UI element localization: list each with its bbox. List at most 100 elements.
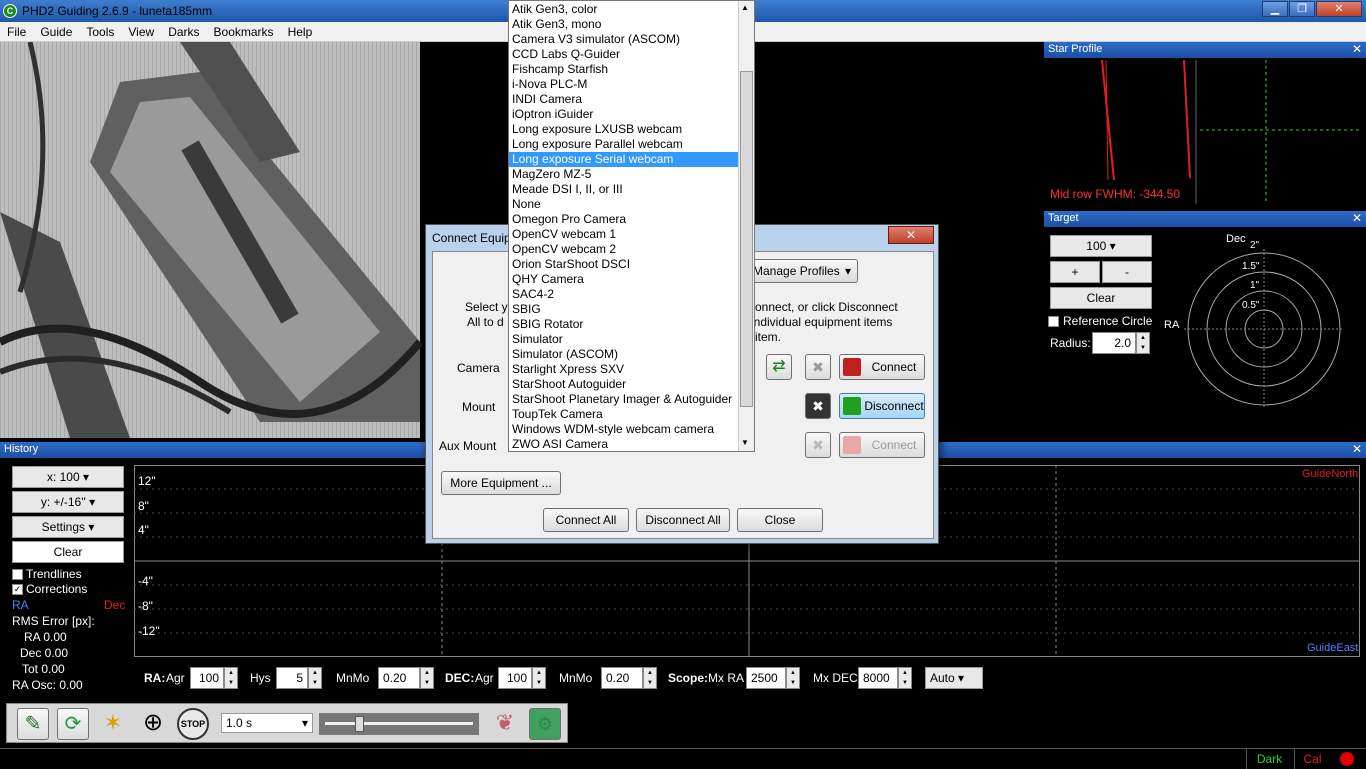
camera-option[interactable]: Simulator (ASCOM) (509, 347, 738, 362)
exposure-select[interactable]: 1.0 s ▾ (221, 713, 313, 733)
stop-icon[interactable]: STOP (177, 708, 209, 740)
close-icon[interactable]: ✕ (1352, 442, 1362, 456)
scroll-up-icon[interactable]: ▲ (741, 3, 749, 12)
menu-tools[interactable]: Tools (79, 22, 121, 39)
corrections-checkbox[interactable]: ✓ (12, 584, 23, 595)
maximize-button[interactable]: ❐ (1289, 1, 1315, 17)
phd2-icon: C (3, 4, 17, 18)
camera-option[interactable]: Atik Gen3, color (509, 2, 738, 17)
y-tick-label: -8" (138, 599, 153, 613)
camera-refresh-icon[interactable]: ⇄ (766, 354, 792, 380)
scroll-down-icon[interactable]: ▼ (741, 438, 749, 447)
dec-mnmo-spinner[interactable]: ▲ ▼ (643, 667, 657, 689)
gamma-slider[interactable] (319, 713, 479, 735)
dialog-close-icon[interactable]: ✕ (888, 226, 934, 244)
reference-circle-checkbox[interactable] (1048, 316, 1059, 327)
camera-option[interactable]: StarShoot Autoguider (509, 377, 738, 392)
camera-option[interactable]: SAC4-2 (509, 287, 738, 302)
mx-ra-spinner[interactable]: ▲ ▼ (786, 667, 800, 689)
crosshair-icon[interactable]: ⊕ (137, 708, 169, 740)
dec-agr-spinner[interactable]: ▲ ▼ (532, 667, 546, 689)
equipment-icon[interactable]: ⚙ (529, 708, 561, 740)
target-clear-button[interactable]: Clear (1050, 287, 1152, 309)
camera-dropdown-list[interactable]: Atik Gen3, color Atik Gen3, mono Camera V3… (508, 0, 755, 452)
ra-agr-input[interactable]: 100 (190, 667, 224, 689)
camera-option[interactable]: i-Nova PLC-M (509, 77, 738, 92)
menu-darks[interactable]: Darks (161, 22, 206, 39)
history-clear-button[interactable]: Clear (12, 541, 124, 563)
menu-guide[interactable]: Guide (33, 22, 79, 39)
menu-view[interactable]: View (121, 22, 161, 39)
close-icon[interactable]: ✕ (1352, 211, 1362, 225)
camera-option[interactable]: iOptron iGuider (509, 107, 738, 122)
camera-setup-icon[interactable]: ✖ (805, 354, 831, 380)
dialog-close-button[interactable]: Close (737, 508, 823, 532)
camera-option[interactable]: SBIG (509, 302, 738, 317)
camera-option[interactable]: Long exposure Serial webcam (509, 152, 738, 167)
y-scale-select[interactable]: y: +/-16'' ▾ (12, 491, 124, 513)
slider-thumb[interactable] (355, 716, 364, 732)
camera-option[interactable]: None (509, 197, 738, 212)
ra-agr-spinner[interactable]: ▲ ▼ (224, 667, 238, 689)
trendlines-checkbox[interactable] (12, 569, 23, 580)
mode-select[interactable]: Auto ▾ (925, 667, 983, 689)
more-equipment-button[interactable]: More Equipment ... (441, 471, 561, 495)
camera-option[interactable]: Starlight Xpress SXV (509, 362, 738, 377)
mx-dec-spinner[interactable]: ▲ ▼ (898, 667, 912, 689)
mount-disconnect-button[interactable]: Disconnect (839, 393, 925, 419)
mx-dec-input[interactable]: 8000 (858, 667, 898, 689)
camera-option[interactable]: CCD Labs Q-Guider (509, 47, 738, 62)
hys-input[interactable]: 5 (276, 667, 308, 689)
dec-agr-input[interactable]: 100 (498, 667, 532, 689)
camera-option[interactable]: OpenCV webcam 2 (509, 242, 738, 257)
camera-connect-button[interactable]: Connect (839, 354, 925, 380)
history-settings-select[interactable]: Settings ▾ (12, 516, 124, 538)
dec-mnmo-input[interactable]: 0.20 (601, 667, 643, 689)
camera-option[interactable]: ToupTek Camera (509, 407, 738, 422)
scroll-thumb[interactable] (740, 71, 753, 407)
camera-option[interactable]: MagZero MZ-5 (509, 167, 738, 182)
mount-setup-icon[interactable]: ✖ (805, 393, 831, 419)
camera-option[interactable]: INDI Camera (509, 92, 738, 107)
camera-option[interactable]: Simulator (509, 332, 738, 347)
radius-input[interactable]: 2.0 (1092, 332, 1136, 354)
ra-mnmo-input[interactable]: 0.20 (378, 667, 420, 689)
camera-option[interactable]: OpenCV webcam 1 (509, 227, 738, 242)
refresh-icon[interactable]: ⟳ (57, 708, 89, 740)
connect-all-button[interactable]: Connect All (543, 508, 629, 532)
mount-label: Mount (462, 400, 496, 414)
zoom-in-button[interactable]: + (1050, 261, 1100, 283)
camera-option[interactable]: Atik Gen3, mono (509, 17, 738, 32)
close-icon[interactable]: ✕ (1352, 42, 1362, 56)
camera-option[interactable]: Long exposure Parallel webcam (509, 137, 738, 152)
camera-option[interactable]: ZWO ASI Camera (509, 437, 738, 452)
camera-option[interactable]: Long exposure LXUSB webcam (509, 122, 738, 137)
close-button[interactable]: ✕ (1316, 1, 1362, 17)
hys-spinner[interactable]: ▲ ▼ (308, 667, 322, 689)
camera-option[interactable]: StarShoot Planetary Imager & Autoguider (509, 392, 738, 407)
camera-option[interactable]: SBIG Rotator (509, 317, 738, 332)
loop-icon[interactable]: ✎ (17, 708, 49, 740)
camera-option[interactable]: Fishcamp Starfish (509, 62, 738, 77)
zoom-select[interactable]: 100 ▾ (1050, 235, 1152, 257)
menu-file[interactable]: File (0, 22, 33, 39)
camera-option[interactable]: Meade DSI I, II, or III (509, 182, 738, 197)
brain-icon[interactable]: ❦ (489, 708, 521, 740)
ra-mnmo-spinner[interactable]: ▲ ▼ (420, 667, 434, 689)
camera-option[interactable]: Omegon Pro Camera (509, 212, 738, 227)
camera-option[interactable]: QHY Camera (509, 272, 738, 287)
star-select-icon[interactable]: ✶ (97, 708, 129, 740)
x-scale-select[interactable]: x: 100 ▾ (12, 466, 124, 488)
radius-spinner[interactable]: ▲ ▼ (1136, 332, 1150, 354)
disconnect-all-button[interactable]: Disconnect All (636, 508, 730, 532)
manage-profiles-button[interactable]: Manage Profiles ▾ (748, 259, 858, 283)
menu-bookmarks[interactable]: Bookmarks (207, 22, 281, 39)
minimize-button[interactable]: ▁ (1262, 1, 1288, 17)
camera-option[interactable]: Camera V3 simulator (ASCOM) (509, 32, 738, 47)
camera-option[interactable]: Orion StarShoot DSCI (509, 257, 738, 272)
mx-ra-input[interactable]: 2500 (746, 667, 786, 689)
menu-help[interactable]: Help (281, 22, 320, 39)
zoom-out-button[interactable]: - (1102, 261, 1152, 283)
camera-option[interactable]: Windows WDM-style webcam camera (509, 422, 738, 437)
dropdown-scrollbar[interactable]: ▲ ▼ (738, 1, 754, 451)
